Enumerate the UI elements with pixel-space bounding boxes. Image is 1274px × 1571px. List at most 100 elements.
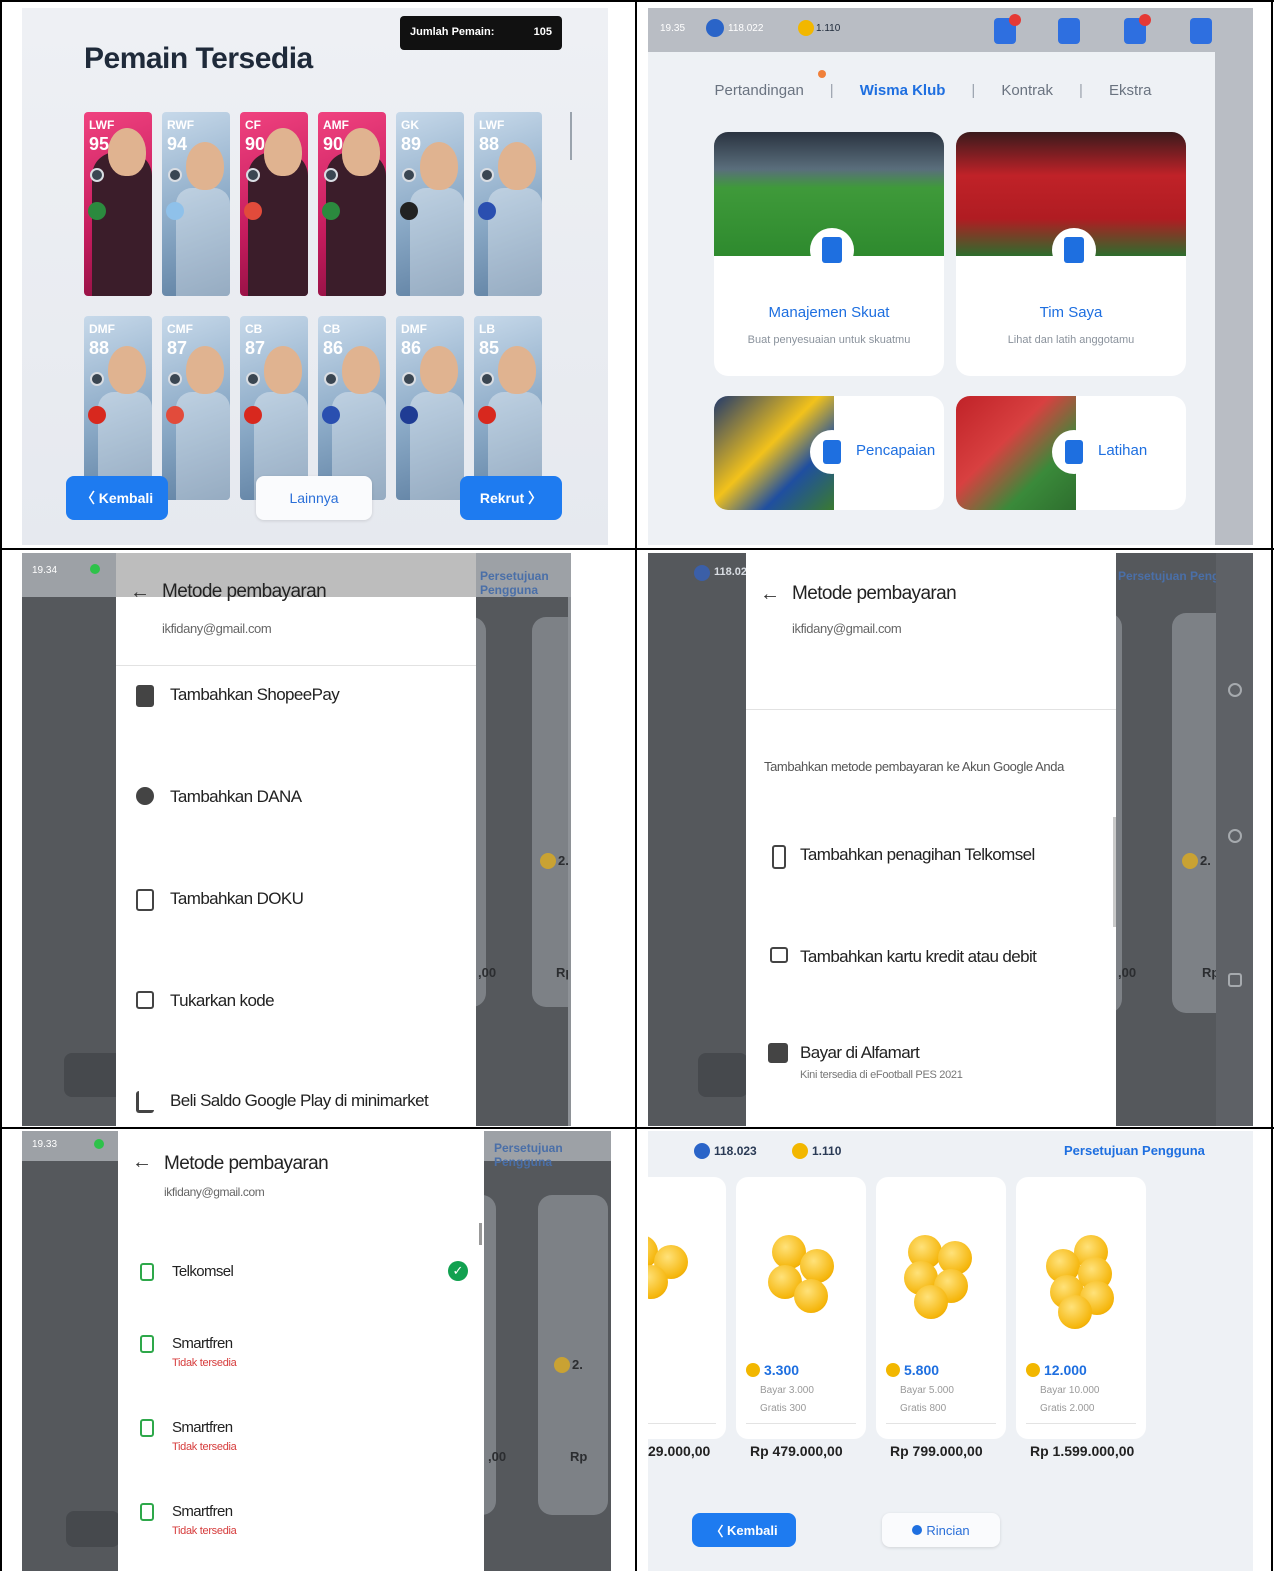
coin-icon [886, 1363, 900, 1377]
sim-icon [140, 1335, 154, 1353]
check-icon: ✓ [448, 1261, 468, 1281]
player-card[interactable]: CB 87 [240, 316, 308, 500]
back-button[interactable]: 〈 Kembali [66, 476, 168, 520]
payment-option-smartfren[interactable]: Smartfren Tidak tersedia [118, 1415, 484, 1475]
scrollbar[interactable] [479, 1223, 482, 1245]
player-card[interactable]: CB 86 [318, 316, 386, 500]
back-button[interactable]: 〈 Kembali [692, 1513, 796, 1547]
player-silhouette [488, 188, 542, 296]
frame-row1 [0, 548, 1274, 550]
recruit-button[interactable]: Rekrut 〉 [460, 476, 562, 520]
payment-option-telkomsel[interactable]: Telkomsel ✓ [118, 1259, 484, 1319]
coin-pack-card[interactable]: 3.300 Bayar 3.000 Gratis 300 [736, 1177, 866, 1439]
coin-pack-card[interactable]: 5.800 Bayar 5.000 Gratis 800 [876, 1177, 1006, 1439]
squad-management-card[interactable]: Manajemen Skuat Buat penyesuaian untuk s… [714, 132, 944, 376]
person-icon [1052, 228, 1096, 272]
nationality-flag-icon [322, 202, 340, 220]
my-team-card[interactable]: Tim Saya Lihat dan latih anggotamu [956, 132, 1186, 376]
pack-price-label: 29.000,00 [648, 1443, 711, 1459]
unavailable-label: Tidak tersedia [172, 1357, 237, 1369]
payment-option-telkomsel-billing[interactable]: Tambahkan penagihan Telkomsel [746, 841, 1116, 901]
payment-option-smartfren[interactable]: Smartfren Tidak tersedia [118, 1499, 484, 1559]
scrollbar[interactable] [570, 112, 572, 160]
tag-icon [136, 1091, 154, 1113]
coin-pack-card[interactable]: 12.000 Bayar 10.000 Gratis 2.000 [1016, 1177, 1146, 1439]
page-title: Pemain Tersedia [84, 42, 313, 75]
tab-ekstra[interactable]: Ekstra [1083, 82, 1178, 99]
coin-value: 1.110 [816, 23, 841, 34]
player-card[interactable]: AMF 90 [318, 112, 386, 296]
back-arrow-icon[interactable]: ← [760, 583, 780, 606]
gp-icon [706, 19, 724, 37]
tab-pertandingan[interactable]: Pertandingan [689, 82, 830, 99]
recents-nav-icon[interactable] [1228, 973, 1242, 987]
player-portrait [108, 128, 146, 176]
payment-option-alfamart[interactable]: Bayar di Alfamart Kini tersedia di eFoot… [746, 1039, 1116, 1099]
profile-icon[interactable] [994, 14, 1021, 44]
player-card[interactable]: LWF 95 [84, 112, 152, 296]
player-card[interactable]: DMF 88 [84, 316, 152, 500]
card-label: Manajemen Skuat [768, 304, 890, 321]
achievements-card[interactable]: Pencapaian [714, 396, 944, 510]
payment-option-redeem-code[interactable]: Tukarkan kode [116, 987, 476, 1047]
coin-icon [1058, 1295, 1092, 1329]
player-card[interactable]: RWF 94 [162, 112, 230, 296]
back-nav-icon[interactable] [1228, 683, 1242, 697]
player-position: DMF [89, 322, 115, 336]
details-button[interactable]: Rincian [882, 1513, 1000, 1547]
sim-icon [140, 1419, 154, 1437]
credit-card-icon [770, 947, 788, 963]
back-arrow-icon[interactable]: ← [132, 1151, 152, 1174]
coin-icon [1182, 853, 1198, 869]
home-nav-icon[interactable] [1228, 829, 1242, 843]
payment-option-doku[interactable]: Tambahkan DOKU [116, 885, 476, 945]
mail-icon[interactable] [1124, 14, 1151, 44]
user-agreement-link[interactable]: Persetujuan Pengguna [1064, 1143, 1205, 1158]
player-card[interactable]: GK 89 [396, 112, 464, 296]
player-portrait [342, 346, 380, 394]
player-card[interactable]: LWF 88 [474, 112, 542, 296]
playstyle-badge-icon [246, 168, 260, 182]
player-rating: 94 [167, 134, 188, 154]
doku-icon [136, 889, 154, 911]
sim-icon [140, 1503, 154, 1521]
chevron-left-icon: 〈 [80, 490, 99, 506]
player-card[interactable]: CF 90 [240, 112, 308, 296]
divider [116, 665, 476, 666]
player-card[interactable]: CMF 87 [162, 316, 230, 500]
club-house-screen: 19.35 118.022 1.110 Pertandingan | Wisma… [648, 8, 1253, 545]
details-label: Rincian [926, 1522, 970, 1538]
pack-price-label: Rp 799.000,00 [890, 1443, 983, 1459]
payment-option-smartfren[interactable]: Smartfren Tidak tersedia [118, 1331, 484, 1391]
more-button[interactable]: Lainnya [256, 476, 372, 520]
payment-option-shopeepay[interactable]: Tambahkan ShopeePay [116, 681, 476, 741]
payment-option-card[interactable]: Tambahkan kartu kredit atau debit [746, 943, 1116, 1003]
divider [648, 1423, 716, 1424]
store-icon [768, 1043, 788, 1063]
payment-option-minimarket[interactable]: Beli Saldo Google Play di minimarket [116, 1087, 476, 1126]
playstyle-badge-icon [324, 168, 338, 182]
sim-icon [140, 1263, 154, 1281]
scrollbar[interactable] [1113, 817, 1116, 927]
payment-methods-screen-3: 19.33 Persetujuan Pengguna 2. ,00 Rp ← M… [22, 1131, 611, 1571]
option-label: Telkomsel [172, 1263, 234, 1280]
squad-icon [810, 228, 854, 272]
pack-price-label: Rp 479.000,00 [750, 1443, 843, 1459]
player-card[interactable]: DMF 86 [396, 316, 464, 500]
player-rating: 88 [479, 134, 500, 154]
tab-wisma-klub[interactable]: Wisma Klub [834, 82, 972, 99]
coin-pack-card[interactable]: 2.000150 [648, 1177, 726, 1439]
status-time: 19.35 [660, 23, 686, 34]
frame-right [1271, 0, 1273, 1571]
account-email: ikfidany@gmail.com [792, 621, 902, 636]
tab-kontrak[interactable]: Kontrak [975, 82, 1079, 99]
shop-icon[interactable] [1190, 18, 1212, 44]
gift-icon[interactable] [1058, 18, 1080, 44]
payment-option-dana[interactable]: Tambahkan DANA [116, 783, 476, 843]
player-card[interactable]: LB 85 [474, 316, 542, 500]
playstyle-badge-icon [480, 168, 494, 182]
back-arrow-icon[interactable]: ← [130, 581, 150, 604]
playstyle-badge-icon [402, 372, 416, 386]
chevron-left-icon: 〈 [710, 1523, 728, 1539]
training-card[interactable]: Latihan [956, 396, 1186, 510]
